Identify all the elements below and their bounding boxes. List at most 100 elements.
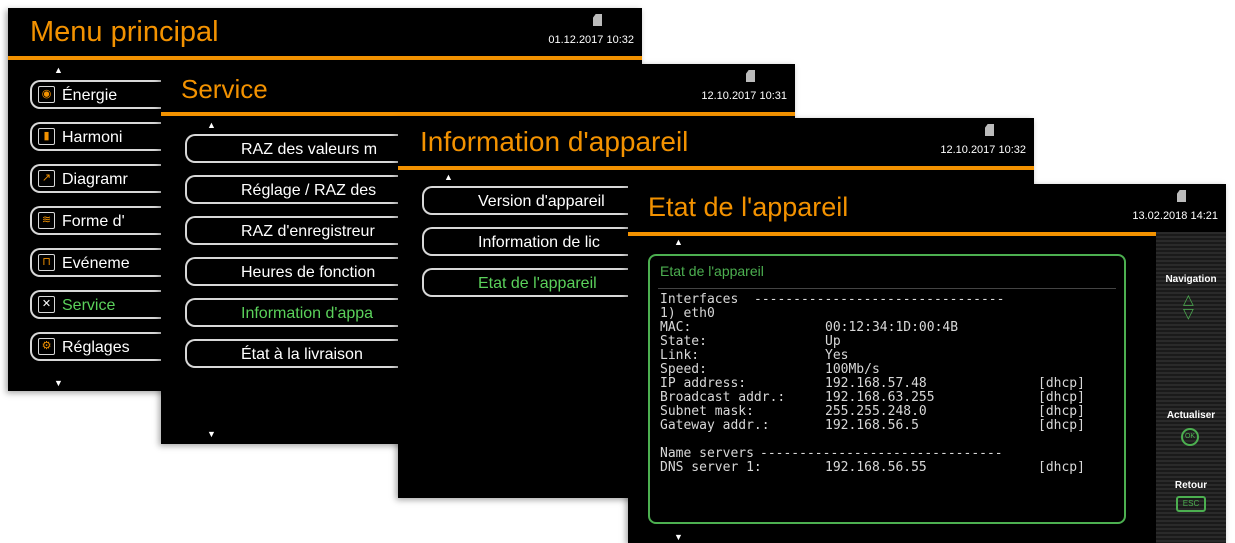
section-divider: -------------------------------	[760, 446, 1003, 461]
datetime: 12.10.2017 10:32	[940, 144, 1026, 156]
menu-item[interactable]: ⚙ Réglages	[30, 332, 180, 361]
status-row-value: 255.255.248.0	[825, 404, 927, 419]
scroll-up-icon[interactable]: ▲	[674, 237, 683, 247]
menu-item[interactable]: RAZ d'enregistreur	[185, 216, 415, 245]
menu-item[interactable]: ⊓ Evéneme	[30, 248, 180, 277]
status-row-key: Speed:	[660, 362, 707, 377]
menu-item[interactable]: Etat de l'appareil	[422, 268, 652, 297]
navigation-label: Navigation	[1165, 274, 1217, 285]
header-divider	[8, 56, 642, 60]
header: Etat de l'appareil 13.02.2018 14:21	[628, 184, 1226, 232]
status-row-value: 192.168.57.48	[825, 376, 927, 391]
sd-card-icon	[593, 14, 602, 26]
status-row-value: 00:12:34:1D:00:4B	[825, 320, 959, 335]
scroll-up-icon[interactable]: ▲	[444, 172, 453, 182]
header: Menu principal 01.12.2017 10:32	[8, 8, 642, 56]
event-icon: ⊓	[38, 254, 55, 271]
menu-item-label: Etat de l'appareil	[478, 275, 597, 292]
header-divider	[161, 112, 795, 116]
panel-title: Etat de l'appareil	[660, 263, 764, 279]
status-row-key: Link:	[660, 348, 700, 363]
refresh-button[interactable]: OK	[1181, 428, 1199, 446]
menu-item-label: Information d'appa	[241, 305, 374, 322]
navigation-arrows-icon[interactable]: △ ▽	[1183, 292, 1194, 320]
status-row-key: 1) eth0	[660, 306, 715, 321]
softkey-sidebar: Navigation △ ▽ Actualiser OK Retour ESC	[1156, 232, 1226, 543]
status-row-value: Yes	[825, 348, 849, 363]
bar-chart-icon: ▮	[38, 128, 55, 145]
back-label: Retour	[1174, 480, 1208, 491]
menu-item-label: Version d'appareil	[478, 193, 605, 210]
status-row-key: Broadcast addr.:	[660, 390, 786, 405]
status-row-value: 192.168.56.5	[825, 418, 919, 433]
datetime: 13.02.2018 14:21	[1132, 210, 1218, 222]
menu-item-label: Diagramr	[62, 171, 128, 188]
status-row-key: State:	[660, 334, 707, 349]
page-title: Etat de l'appareil	[648, 192, 849, 222]
gears-icon: ⚙	[38, 338, 55, 355]
menu-item-label: Énergie	[62, 87, 118, 104]
menu-item[interactable]: ◉ Énergie	[30, 80, 180, 109]
menu-item-label: Réglage / RAZ des	[241, 182, 377, 199]
diagram-icon: ↗	[38, 170, 55, 187]
scroll-up-icon[interactable]: ▲	[54, 65, 63, 75]
menu-item[interactable]: ✕ Service	[30, 290, 180, 319]
waveform-icon: ≋	[38, 212, 55, 229]
header-divider	[628, 232, 1226, 236]
menu-item-label: Harmoni	[62, 129, 123, 146]
scroll-down-icon[interactable]: ▼	[54, 378, 63, 388]
menu-item-label: Réglages	[62, 339, 130, 356]
datetime: 01.12.2017 10:32	[548, 34, 634, 46]
menu-item-label: Forme d'	[62, 213, 125, 230]
page-title: Service	[181, 74, 268, 104]
refresh-label: Actualiser	[1166, 410, 1216, 421]
status-row-key: IP address:	[660, 376, 747, 391]
menu-item-label: Evéneme	[62, 255, 130, 272]
status-row-value: 192.168.63.255	[825, 390, 935, 405]
header: Service 12.10.2017 10:31	[161, 64, 795, 112]
status-row-tag: [dhcp]	[1038, 418, 1085, 433]
page-title: Information d'appareil	[420, 126, 689, 157]
menu-item-label: Information de lic	[478, 234, 600, 251]
menu-item[interactable]: ↗ Diagramr	[30, 164, 180, 193]
screen-etat-appareil: Etat de l'appareil 13.02.2018 14:21 ▲ Et…	[628, 184, 1226, 543]
status-row-tag: [dhcp]	[1038, 404, 1085, 419]
status-row-value: 192.168.56.55	[825, 460, 927, 475]
menu-item[interactable]: Information de lic	[422, 227, 652, 256]
back-button[interactable]: ESC	[1176, 496, 1206, 512]
scroll-up-icon[interactable]: ▲	[207, 120, 216, 130]
sd-card-icon	[985, 124, 994, 136]
page-title: Menu principal	[30, 16, 219, 48]
menu-item[interactable]: État à la livraison	[185, 339, 415, 368]
sd-card-icon	[746, 70, 755, 82]
datetime: 12.10.2017 10:31	[701, 90, 787, 102]
status-row-tag: [dhcp]	[1038, 376, 1085, 391]
menu-item[interactable]: ▮ Harmoni	[30, 122, 180, 151]
scroll-down-icon[interactable]: ▼	[207, 429, 216, 439]
menu-item[interactable]: RAZ des valeurs m	[185, 134, 415, 163]
status-row-value: Up	[825, 334, 841, 349]
menu-item-label: Heures de fonction	[241, 264, 376, 281]
status-row-key: DNS server 1:	[660, 460, 762, 475]
status-row-key: MAC:	[660, 320, 692, 335]
header: Information d'appareil 12.10.2017 10:32	[398, 118, 1034, 166]
panel-divider	[658, 288, 1116, 289]
header-divider	[398, 166, 1034, 170]
status-row-key: Name servers	[660, 446, 754, 461]
scroll-down-icon[interactable]: ▼	[674, 532, 683, 542]
menu-item-label: Service	[62, 297, 116, 314]
tools-icon: ✕	[38, 296, 55, 313]
menu-item[interactable]: ≋ Forme d'	[30, 206, 180, 235]
menu-item[interactable]: Heures de fonction	[185, 257, 415, 286]
menu-item-label: RAZ des valeurs m	[241, 141, 378, 158]
menu-item-label: RAZ d'enregistreur	[241, 223, 375, 240]
status-row-key: Interfaces	[660, 292, 739, 307]
status-row-key: Gateway addr.:	[660, 418, 770, 433]
status-row-value: 100Mb/s	[825, 362, 880, 377]
menu-item[interactable]: Réglage / RAZ des	[185, 175, 415, 204]
meter-icon: ◉	[38, 86, 55, 103]
menu-item[interactable]: Version d'appareil	[422, 186, 652, 215]
sd-card-icon	[1177, 190, 1186, 202]
menu-item-label: État à la livraison	[241, 346, 363, 363]
menu-item[interactable]: Information d'appa	[185, 298, 415, 327]
